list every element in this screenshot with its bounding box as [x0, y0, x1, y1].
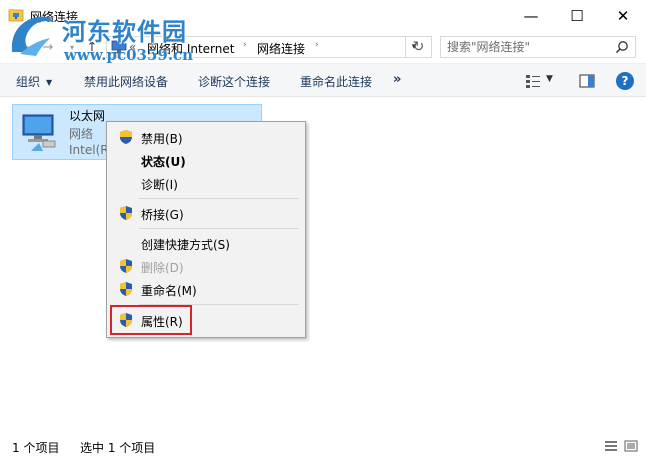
menu-item-rename[interactable]: 重命名(M)	[109, 278, 303, 300]
recent-locations-button[interactable]: ▾	[62, 37, 82, 57]
uac-shield-icon	[120, 313, 132, 327]
uac-shield-icon	[120, 130, 132, 144]
breadcrumb-network-connections[interactable]: 网络连接	[257, 40, 305, 57]
large-icons-view-icon[interactable]	[624, 440, 638, 452]
network-folder-icon	[8, 9, 24, 22]
breadcrumb-network-internet[interactable]: 网络和 Internet	[147, 40, 234, 57]
view-options-caret-icon[interactable]: ▼	[546, 74, 553, 84]
uac-shield-icon	[120, 206, 132, 220]
item-count: 1 个项目	[12, 441, 60, 455]
menu-item-label: 状态(U)	[141, 155, 186, 169]
menu-item-bridge[interactable]: 桥接(G)	[109, 202, 303, 224]
menu-item-label: 桥接(G)	[141, 208, 184, 222]
menu-item-create-shortcut[interactable]: 创建快捷方式(S)	[109, 232, 303, 254]
context-menu: 禁用(B) 状态(U) 诊断(I) 桥接(G) 创建快捷方式(S) 删除(D) …	[106, 121, 306, 338]
command-bar: 组织 ▼ 禁用此网络设备 诊断这个连接 重命名此连接 » ▼ ?	[0, 63, 646, 97]
more-commands-button[interactable]: »	[393, 72, 401, 87]
connection-status: 网络	[69, 127, 94, 141]
menu-item-status[interactable]: 状态(U)	[109, 149, 303, 171]
status-bar: 1 个项目 选中 1 个项目	[0, 431, 646, 456]
menu-separator	[139, 304, 299, 305]
uac-shield-icon	[120, 282, 132, 296]
diagnose-connection-button[interactable]: 诊断这个连接	[198, 73, 270, 90]
menu-item-label: 禁用(B)	[141, 132, 183, 146]
breadcrumb-separator[interactable]: ›	[243, 40, 247, 50]
search-box[interactable]	[440, 36, 636, 58]
preview-pane-icon[interactable]	[578, 72, 596, 90]
menu-item-properties[interactable]: 属性(R)	[109, 309, 303, 331]
organize-button[interactable]: 组织 ▼	[16, 73, 52, 90]
menu-item-disable[interactable]: 禁用(B)	[109, 126, 303, 148]
disable-device-button[interactable]: 禁用此网络设备	[84, 73, 168, 90]
menu-item-diagnose[interactable]: 诊断(I)	[109, 172, 303, 194]
menu-item-label: 重命名(M)	[141, 284, 197, 298]
menu-item-label: 创建快捷方式(S)	[141, 238, 230, 252]
ethernet-adapter-icon	[22, 114, 56, 151]
rename-connection-button[interactable]: 重命名此连接	[300, 73, 372, 90]
maximize-button[interactable]: ☐	[554, 0, 600, 31]
menu-item-label: 属性(R)	[141, 315, 183, 329]
title-bar[interactable]: 网络连接 — ☐ ✕	[0, 0, 646, 31]
details-view-icon[interactable]	[604, 440, 618, 452]
help-button[interactable]: ?	[616, 72, 634, 90]
menu-separator	[139, 228, 299, 229]
refresh-button[interactable]: ↻	[406, 36, 432, 58]
connection-name: 以太网	[69, 109, 106, 123]
menu-item-label: 删除(D)	[141, 261, 184, 275]
organize-label: 组织	[16, 75, 41, 89]
menu-item-delete: 删除(D)	[109, 255, 303, 277]
breadcrumb-overflow[interactable]: «	[129, 40, 136, 54]
forward-button[interactable]: →	[38, 37, 58, 57]
selected-count: 选中 1 个项目	[80, 441, 156, 455]
menu-separator	[139, 198, 299, 199]
minimize-button[interactable]: —	[508, 0, 554, 31]
refresh-icon: ↻	[412, 39, 425, 55]
breadcrumb-separator[interactable]: ›	[315, 40, 319, 50]
close-button[interactable]: ✕	[600, 0, 646, 31]
connections-pane[interactable]: 以太网 网络 Intel(R	[0, 97, 646, 431]
address-row: ← → ▾ ↑ « 网络和 Internet › 网络连接 › ▾ ↻	[0, 31, 646, 63]
change-view-icon[interactable]	[524, 72, 542, 90]
back-button[interactable]: ←	[14, 37, 34, 57]
search-input[interactable]	[447, 39, 607, 55]
search-icon[interactable]	[615, 40, 629, 54]
up-button[interactable]: ↑	[82, 37, 102, 57]
organize-caret-icon: ▼	[46, 78, 53, 87]
address-bar[interactable]: « 网络和 Internet › 网络连接 ›	[106, 36, 406, 58]
menu-item-label: 诊断(I)	[141, 178, 178, 192]
uac-shield-icon	[120, 259, 132, 273]
network-location-icon	[111, 40, 127, 54]
window-title: 网络连接	[30, 10, 79, 24]
